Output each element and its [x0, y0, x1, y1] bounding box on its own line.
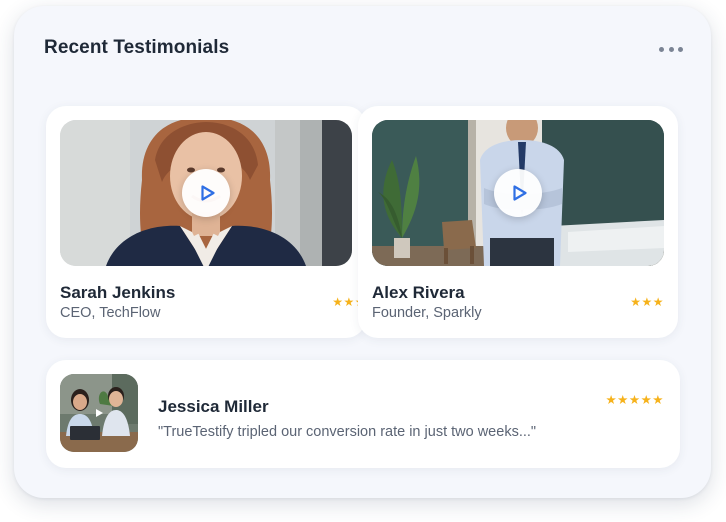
- widget-title: Recent Testimonials: [44, 37, 230, 58]
- play-icon: [96, 409, 103, 417]
- testimonial-role: CEO, TechFlow: [60, 305, 161, 321]
- featured-testimonial-card[interactable]: Jessica Miller "TrueTestify tripled our …: [46, 360, 680, 468]
- more-dot: [668, 46, 674, 52]
- star-rating: ★★★★★: [605, 393, 664, 407]
- star-rating: ★★★: [630, 295, 664, 309]
- testimonial-name: Sarah Jenkins: [60, 283, 176, 302]
- more-dot: [678, 46, 683, 52]
- more-horizontal-icon[interactable]: [659, 44, 683, 54]
- testimonials-widget: Recent Testimonials Sarah Jenkins CEO, T…: [14, 6, 711, 498]
- testimonial-name: Jessica Miller: [158, 397, 269, 416]
- testimonial-card[interactable]: Sarah Jenkins CEO, TechFlow ★★★: [46, 106, 366, 338]
- play-button[interactable]: [182, 169, 230, 217]
- testimonial-quote: "TrueTestify tripled our conversion rate…: [158, 424, 537, 440]
- more-dot: [659, 46, 664, 52]
- play-icon: [200, 185, 215, 201]
- testimonial-role: Founder, Sparkly: [372, 305, 482, 321]
- video-thumbnail[interactable]: [60, 120, 352, 266]
- video-thumbnail[interactable]: [372, 120, 664, 266]
- play-button[interactable]: [494, 169, 542, 217]
- testimonial-card[interactable]: Alex Rivera Founder, Sparkly ★★★: [358, 106, 678, 338]
- video-avatar-thumbnail[interactable]: [60, 374, 138, 452]
- testimonial-name: Alex Rivera: [372, 283, 465, 302]
- play-icon: [512, 185, 527, 201]
